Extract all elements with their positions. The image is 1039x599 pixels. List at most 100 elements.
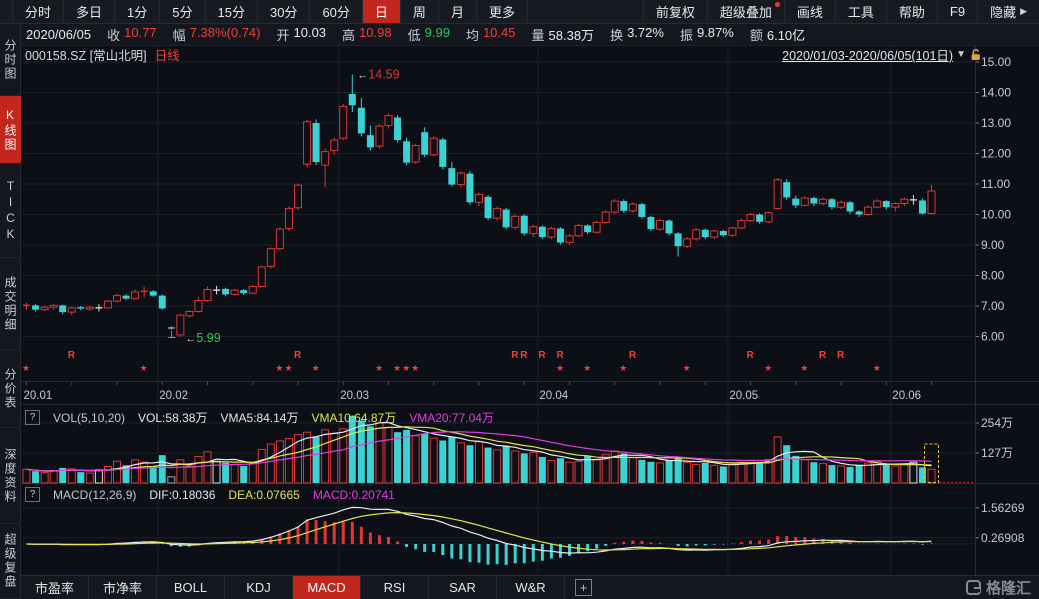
indicator-tab-MACD[interactable]: MACD [293,576,361,599]
period-tab-60分[interactable]: 60分 [309,0,361,23]
period-tab-分时[interactable]: 分时 [12,0,63,23]
quote-field-value: 6.10亿 [767,25,805,44]
svg-text:127万: 127万 [981,446,1013,460]
sidebar-item-TICK[interactable]: TICK [0,164,21,258]
svg-text:★: ★ [140,363,148,373]
svg-text:5.99: 5.99 [196,331,220,345]
sidebar-item-分时图[interactable]: 分时图 [0,24,21,96]
svg-text:★: ★ [764,363,772,373]
sidebar-item-超级复盘[interactable]: 超级复盘 [0,524,21,599]
period-tab-日[interactable]: 日 [362,0,400,23]
svg-text:R: R [629,350,637,361]
quote-field-value: 10.98 [359,25,392,44]
indicator-tab-KDJ[interactable]: KDJ [225,576,293,599]
svg-text:R: R [520,350,528,361]
indicator-tab-SAR[interactable]: SAR [429,576,497,599]
quote-field-幅: 幅7.38%(0.74) [173,25,261,44]
indicator-tab-市净率[interactable]: 市净率 [89,576,157,599]
period-tab-5分[interactable]: 5分 [159,0,204,23]
toolbar-button-帮助[interactable]: 帮助 [886,0,937,23]
svg-text:←: ← [357,70,368,82]
period-tab-更多[interactable]: 更多 [476,0,528,23]
indicator-tab-RSI[interactable]: RSI [361,576,429,599]
quote-field-label: 收 [107,25,120,44]
sidebar-item-深度资料[interactable]: 深度资料 [0,428,21,524]
sidebar-item-成交明细[interactable]: 成交明细 [0,258,21,350]
svg-text:★: ★ [411,363,419,373]
quote-bar: 2020/06/05 收10.77幅7.38%(0.74)开10.03高10.9… [21,24,1039,46]
svg-text:R: R [747,350,755,361]
svg-text:★: ★ [402,363,410,373]
svg-text:13.00: 13.00 [981,116,1011,130]
kline-chart[interactable]: 15.0014.0013.0012.0011.0010.009.008.007.… [21,46,1039,575]
notification-dot-icon [775,2,780,7]
svg-text:★: ★ [556,363,564,373]
date-range-control: 2020/01/03-2020/06/05(101日) ▼ [782,45,983,64]
indicator-tab-BOLL[interactable]: BOLL [157,576,225,599]
gelonghui-logo: 格隆汇 [966,577,1031,598]
toolbar-button-前复权[interactable]: 前复权 [643,0,707,23]
period-tabs: 分时多日1分5分15分30分60分日周月更多 [12,0,528,23]
quote-field-value: 7.38%(0.74) [190,25,261,44]
toolbar-button-工具[interactable]: 工具 [835,0,886,23]
toolbar-button-F9[interactable]: F9 [937,0,977,23]
indicator-tab-市盈率[interactable]: 市盈率 [21,576,89,599]
svg-text:15.00: 15.00 [981,55,1011,69]
quote-field-label: 振 [680,25,693,44]
svg-text:20.01: 20.01 [24,390,53,402]
quote-field-均: 均10.45 [466,25,516,44]
svg-text:★: ★ [375,363,383,373]
toolbar-button-隐藏[interactable]: 隐藏▶ [977,0,1039,23]
svg-text:R: R [68,350,76,361]
svg-text:★: ★ [393,363,401,373]
svg-text:14.00: 14.00 [981,86,1011,100]
toolbar-spacer [528,0,643,23]
svg-text:←: ← [185,333,196,345]
add-indicator-button[interactable]: + [575,579,592,596]
svg-text:R: R [556,350,564,361]
indicator-tabbar: 市盈率市净率BOLLKDJMACDRSISARW&R + 格隆汇 [21,575,1039,599]
svg-text:R: R [819,350,827,361]
svg-text:★: ★ [619,363,627,373]
period-toolbar: 分时多日1分5分15分30分60分日周月更多 前复权超级叠加画线工具帮助F9隐藏… [0,0,1039,24]
svg-text:254万: 254万 [981,416,1013,430]
quote-field-收: 收10.77 [107,25,157,44]
sidebar-item-分价表[interactable]: 分价表 [0,350,21,428]
quote-field-高: 高10.98 [342,25,392,44]
quote-field-label: 幅 [173,25,186,44]
svg-text:★: ★ [800,363,808,373]
quote-field-value: 9.99 [425,25,450,44]
svg-text:20.05: 20.05 [729,390,758,402]
date-range-link[interactable]: 2020/01/03-2020/06/05(101日) [782,45,953,64]
period-tab-月[interactable]: 月 [438,0,476,23]
chevron-down-icon[interactable]: ▼ [956,49,966,60]
quote-field-label: 额 [750,25,763,44]
sidebar-item-K线图[interactable]: K线图 [0,96,21,164]
indicator-tabs: 市盈率市净率BOLLKDJMACDRSISARW&R [21,576,565,599]
quote-date: 2020/06/05 [26,27,91,42]
indicator-tab-W&R[interactable]: W&R [497,576,565,599]
quote-field-量: 量58.38万 [532,25,595,44]
quote-field-label: 低 [408,25,421,44]
period-tab-30分[interactable]: 30分 [257,0,309,23]
quote-field-value: 10.45 [483,25,516,44]
unlock-icon[interactable] [969,48,983,62]
help-icon[interactable]: ? [25,487,40,502]
svg-text:9.00: 9.00 [981,238,1005,252]
period-tab-15分[interactable]: 15分 [205,0,257,23]
svg-text:20.03: 20.03 [340,390,369,402]
quote-field-value: 10.03 [294,25,327,44]
quote-field-低: 低9.99 [408,25,450,44]
logo-text: 格隆汇 [986,577,1031,598]
quote-field-value: 3.72% [627,25,664,44]
quote-field-label: 均 [466,25,479,44]
period-tab-1分[interactable]: 1分 [114,0,159,23]
help-icon[interactable]: ? [25,410,40,425]
period-tab-多日[interactable]: 多日 [63,0,114,23]
svg-text:14.59: 14.59 [368,68,399,82]
svg-text:★: ★ [683,363,691,373]
period-tab-周[interactable]: 周 [400,0,438,23]
toolbar-button-画线[interactable]: 画线 [784,0,835,23]
toolbar-button-超级叠加[interactable]: 超级叠加 [707,0,784,23]
quote-field-额: 额6.10亿 [750,25,805,44]
